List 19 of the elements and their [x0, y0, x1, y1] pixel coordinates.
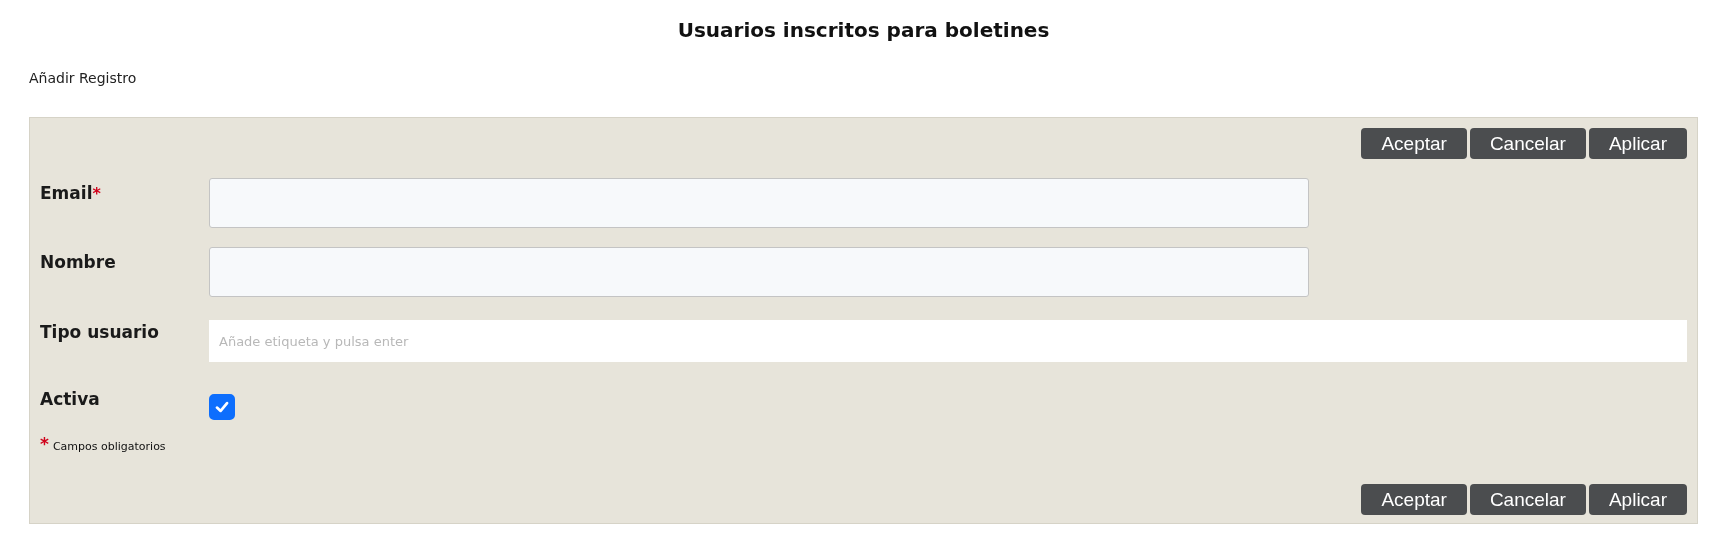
field-label: Email [40, 183, 93, 203]
section-title: Añadir Registro [29, 70, 138, 88]
field-label: Nombre [40, 252, 116, 272]
field-label: Activa [40, 389, 100, 409]
required-mark: * [40, 434, 49, 454]
input-field[interactable] [209, 178, 1309, 228]
required-mark: * [92, 184, 101, 203]
field-label: Tipo usuario [40, 322, 159, 342]
action-button[interactable]: Cancelar [1469, 128, 1586, 159]
action-button[interactable]: Cancelar [1469, 484, 1586, 515]
checkbox[interactable] [209, 394, 235, 420]
action-button[interactable]: Aceptar [1361, 128, 1467, 159]
input-field[interactable] [209, 247, 1309, 297]
action-button[interactable]: Aplicar [1588, 484, 1687, 515]
page-title: Usuarios inscritos para boletines [676, 17, 1051, 44]
action-button[interactable]: Aceptar [1361, 484, 1467, 515]
footnote: Campos obligatorios [52, 440, 166, 453]
action-button[interactable]: Aplicar [1588, 128, 1687, 159]
tag-input-field[interactable]: Añade etiqueta y pulsa enter [209, 320, 1687, 362]
